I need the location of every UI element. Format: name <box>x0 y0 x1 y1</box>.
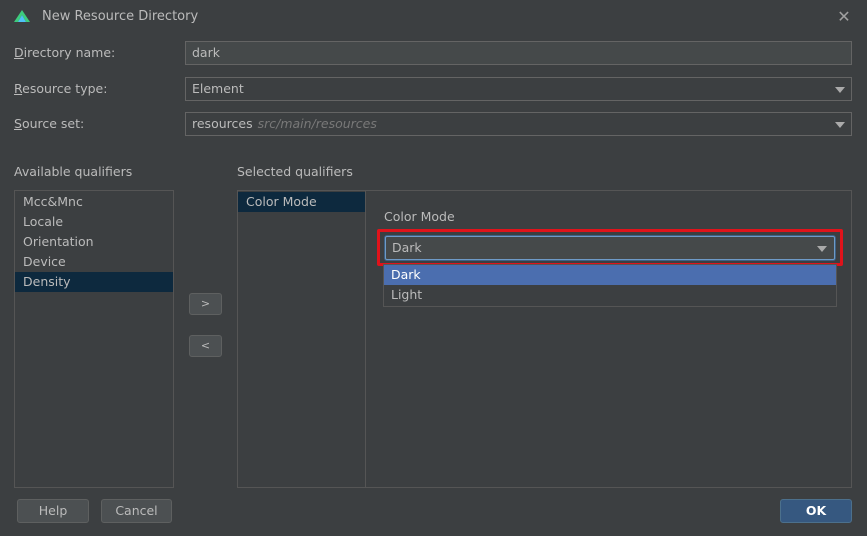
list-item[interactable]: Density <box>15 272 173 292</box>
source-set-hint: src/main/resources <box>257 116 377 131</box>
chevron-down-icon <box>817 246 827 252</box>
list-item[interactable]: Device <box>15 252 173 272</box>
app-logo-icon <box>14 10 30 22</box>
selected-qualifiers-list[interactable]: Color Mode <box>238 191 365 487</box>
source-set-combo[interactable]: resources src/main/resources <box>185 112 852 136</box>
list-item[interactable]: Color Mode <box>238 192 365 212</box>
title-bar: New Resource Directory ✕ <box>0 0 867 34</box>
remove-qualifier-button[interactable]: < <box>189 335 222 357</box>
selected-qualifiers-heading: Selected qualifiers <box>237 164 353 179</box>
resource-type-label: Resource type: <box>14 81 108 96</box>
color-mode-value: Dark <box>392 240 422 255</box>
color-mode-combo[interactable]: Dark <box>385 236 835 260</box>
dropdown-option-dark[interactable]: Dark <box>384 265 836 285</box>
list-item[interactable]: Orientation <box>15 232 173 252</box>
color-mode-label: Color Mode <box>384 209 455 224</box>
available-qualifiers-heading: Available qualifiers <box>14 164 133 179</box>
chevron-down-icon <box>835 87 845 93</box>
ok-button[interactable]: OK <box>780 499 852 523</box>
resource-type-combo[interactable]: Element <box>185 77 852 101</box>
available-qualifiers-list[interactable]: Mcc&Mnc Locale Orientation Device Densit… <box>14 190 174 488</box>
source-set-label: Source set: <box>14 116 85 131</box>
list-item[interactable]: Locale <box>15 212 173 232</box>
close-icon[interactable]: ✕ <box>835 7 853 26</box>
directory-name-input[interactable]: dark <box>185 41 852 65</box>
window-title: New Resource Directory <box>42 9 199 24</box>
resource-type-value: Element <box>192 81 244 96</box>
help-button[interactable]: Help <box>17 499 89 523</box>
add-qualifier-button[interactable]: > <box>189 293 222 315</box>
cancel-button[interactable]: Cancel <box>101 499 172 523</box>
chevron-down-icon <box>835 122 845 128</box>
list-item[interactable]: Mcc&Mnc <box>15 192 173 212</box>
color-mode-dropdown[interactable]: Dark Light <box>383 264 837 307</box>
dropdown-option-light[interactable]: Light <box>384 285 836 305</box>
directory-name-label: Directory name: <box>14 45 116 60</box>
source-set-value: resources <box>192 116 253 131</box>
